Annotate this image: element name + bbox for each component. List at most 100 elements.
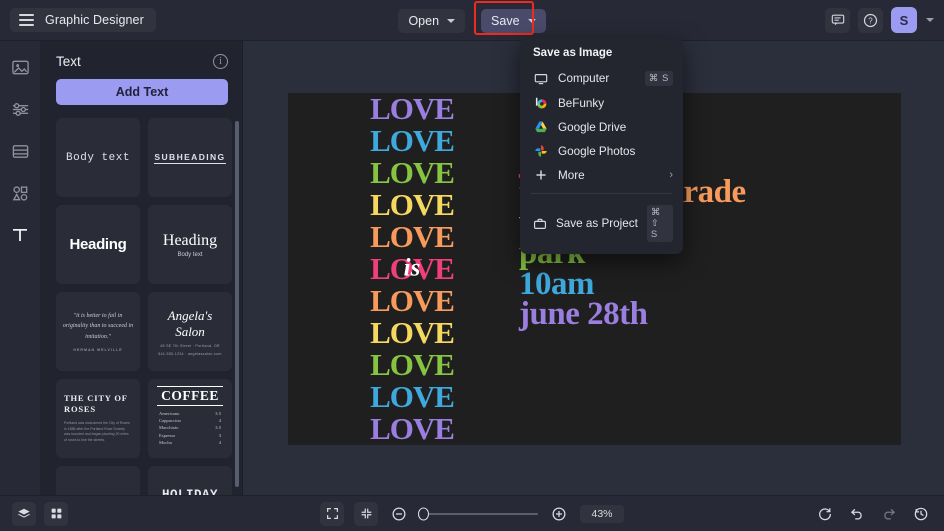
svg-text:?: ? (868, 16, 873, 25)
sidebar-item-graphics[interactable] (8, 181, 32, 205)
grid-button[interactable] (44, 502, 68, 526)
poster-line: june 28th (519, 299, 901, 330)
shortcut-badge: ⌘ ⇧ S (647, 205, 673, 242)
grid-icon (50, 507, 63, 520)
menu-item-label: Google Drive (558, 121, 626, 134)
text-style-card-birthday[interactable]: HAPPY Birthday (56, 466, 140, 495)
item-name: Macchiato (159, 425, 178, 430)
love-row: LOVE (323, 157, 501, 189)
card-quote: "it is better to fail in originality tha… (62, 311, 134, 343)
list-item: Espresso 3 (157, 432, 223, 439)
menu-item-befunky[interactable]: BeFunky (520, 91, 683, 115)
text-style-card-city[interactable]: THE CITY OF ROSES Portland was nicknamed… (56, 379, 140, 458)
love-row: LOVE (323, 189, 501, 221)
shortcut-badge: ⌘ S (645, 71, 673, 86)
menu-item-save-as-project[interactable]: Save as Project ⌘ ⇧ S (520, 200, 683, 247)
text-style-card-salon[interactable]: Angela's Salon 48 SE 7th Street · Portla… (148, 292, 232, 371)
app-menu-button[interactable]: Graphic Designer (10, 8, 156, 32)
app-title: Graphic Designer (45, 13, 144, 27)
redo-button[interactable] (878, 503, 900, 525)
monitor-icon (533, 72, 549, 86)
menu-item-label: Computer (558, 72, 609, 85)
account-chevron-down-icon[interactable] (926, 18, 934, 22)
text-style-card-heading[interactable]: Heading (56, 205, 140, 284)
panel-header: Text i (40, 41, 242, 78)
history-button[interactable] (910, 503, 932, 525)
card-label: Heading (163, 232, 217, 250)
undo-icon (849, 506, 865, 522)
card-label: Body text (66, 152, 130, 164)
love-row: LOVE (323, 93, 501, 125)
item-price: 4 (219, 418, 221, 423)
top-right-actions: ? S (825, 7, 934, 33)
menu-item-google-drive[interactable]: Google Drive (520, 115, 683, 139)
zoom-out-button[interactable] (388, 503, 410, 525)
love-row: LOVE (323, 381, 501, 413)
reset-button[interactable] (814, 503, 836, 525)
item-price: 4 (219, 440, 221, 445)
briefcase-icon (533, 217, 547, 231)
zoom-slider[interactable] (420, 513, 538, 515)
text-style-card-coffee[interactable]: COFFEE Americano 3.5 Cappuccino 4 Macchi… (148, 379, 232, 458)
zoom-in-button[interactable] (548, 503, 570, 525)
coffee-menu-rows: Americano 3.5 Cappuccino 4 Macchiato 3.5 (157, 410, 223, 446)
love-column: LOVE LOVE LOVE LOVE LOVE LOVE LOVE LOVE … (323, 93, 501, 445)
list-item: Americano 3.5 (157, 410, 223, 417)
top-bar: Graphic Designer Open Save (0, 0, 944, 41)
text-style-card-body[interactable]: Body text (56, 118, 140, 197)
reset-icon (817, 506, 833, 522)
help-button[interactable]: ? (858, 8, 883, 33)
google-drive-icon (533, 120, 549, 134)
fit-screen-button[interactable] (320, 502, 344, 526)
plus-icon (533, 168, 549, 182)
text-style-card-quote[interactable]: "it is better to fail in originality tha… (56, 292, 140, 371)
card-line-1: 48 SE 7th Street · Portland, OR (160, 344, 220, 348)
item-price: 3.5 (215, 425, 221, 430)
is-overlay-text: is (404, 254, 421, 282)
text-panel: Text i Add Text Body text SUBHEADING Hea… (40, 41, 243, 495)
save-button[interactable]: Save (481, 9, 546, 33)
list-item: Mocha 4 (157, 439, 223, 446)
befunky-icon (533, 96, 549, 110)
love-row: LOVE (323, 349, 501, 381)
love-row: LOVE (323, 125, 501, 157)
card-sublabel: Body text (177, 252, 202, 258)
panel-scrollbar[interactable] (235, 121, 239, 487)
love-row: LOVE (323, 413, 501, 445)
feedback-button[interactable] (825, 8, 850, 33)
card-title: THE CITY OF ROSES (64, 393, 132, 416)
card-label: SUBHEADING (154, 152, 225, 164)
add-text-button[interactable]: Add Text (56, 79, 228, 105)
item-name: Mocha (159, 440, 172, 445)
sidebar-item-image[interactable] (8, 55, 32, 79)
shrink-button[interactable] (354, 502, 378, 526)
sidebar-item-template[interactable] (8, 139, 32, 163)
card-label: Angela's Salon (154, 308, 226, 340)
text-style-card-heading-serif[interactable]: Heading Body text (148, 205, 232, 284)
layers-button[interactable] (12, 502, 36, 526)
card-label: Heading (69, 236, 126, 253)
zoom-level-value[interactable]: 43% (580, 505, 623, 523)
open-button[interactable]: Open (398, 9, 465, 33)
hamburger-icon (19, 14, 34, 25)
text-style-card-holiday[interactable]: HOLIDAY SALE 20% off storewide (148, 466, 232, 495)
item-name: Espresso (159, 433, 175, 438)
info-icon[interactable]: i (213, 54, 228, 69)
google-photos-icon (533, 144, 549, 158)
menu-item-more[interactable]: More › (520, 163, 683, 187)
image-icon (11, 58, 30, 77)
sidebar-item-text[interactable] (8, 223, 32, 247)
sidebar-item-adjust[interactable] (8, 97, 32, 121)
menu-item-label: Google Photos (558, 145, 635, 158)
text-style-card-subheading[interactable]: SUBHEADING (148, 118, 232, 197)
menu-item-computer[interactable]: Computer ⌘ S (520, 66, 683, 91)
save-menu-title: Save as Image (520, 47, 683, 66)
list-item: Macchiato 3.5 (157, 424, 223, 431)
comment-icon (831, 13, 845, 27)
card-line-2: 541.555.1234 · angelassalon.com (158, 352, 221, 356)
zoom-slider-handle[interactable] (418, 507, 429, 520)
undo-button[interactable] (846, 503, 868, 525)
sliders-icon (11, 100, 30, 119)
avatar[interactable]: S (891, 7, 917, 33)
menu-item-google-photos[interactable]: Google Photos (520, 139, 683, 163)
